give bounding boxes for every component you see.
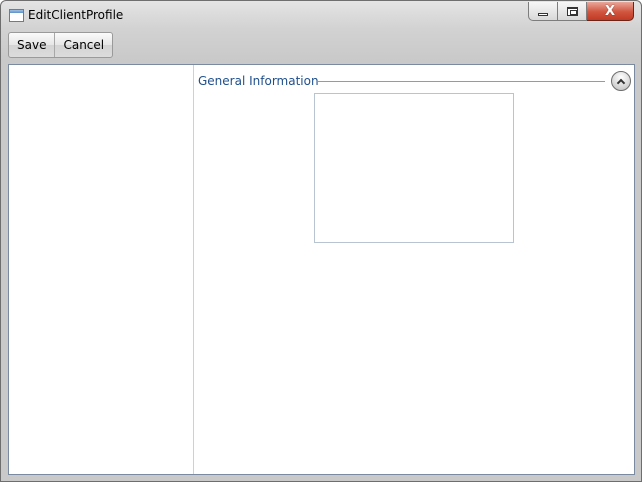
window-title: EditClientProfile: [28, 8, 124, 22]
chevron-up-icon: [616, 78, 626, 87]
save-button[interactable]: Save: [9, 33, 54, 57]
app-window-icon: [9, 9, 24, 22]
maximize-icon: [566, 6, 578, 16]
minimize-button[interactable]: [528, 2, 558, 21]
content-area: General Information: [8, 64, 635, 475]
collapse-section-button[interactable]: [611, 71, 631, 91]
app-window: EditClientProfile X Save Cancel General …: [0, 0, 642, 482]
navigation-pane[interactable]: [9, 65, 194, 474]
section-divider: [318, 81, 605, 82]
close-button[interactable]: X: [587, 2, 634, 21]
maximize-button[interactable]: [558, 2, 587, 21]
title-bar[interactable]: EditClientProfile X: [1, 1, 641, 31]
close-icon: X: [604, 3, 616, 19]
general-information-header: General Information: [198, 71, 631, 93]
cancel-button[interactable]: Cancel: [54, 33, 112, 57]
section-title: General Information: [198, 74, 319, 88]
minimize-icon: [538, 12, 548, 16]
profile-photo-frame[interactable]: [314, 93, 514, 243]
toolbar: Save Cancel: [8, 32, 114, 58]
details-pane: General Information: [195, 65, 634, 474]
